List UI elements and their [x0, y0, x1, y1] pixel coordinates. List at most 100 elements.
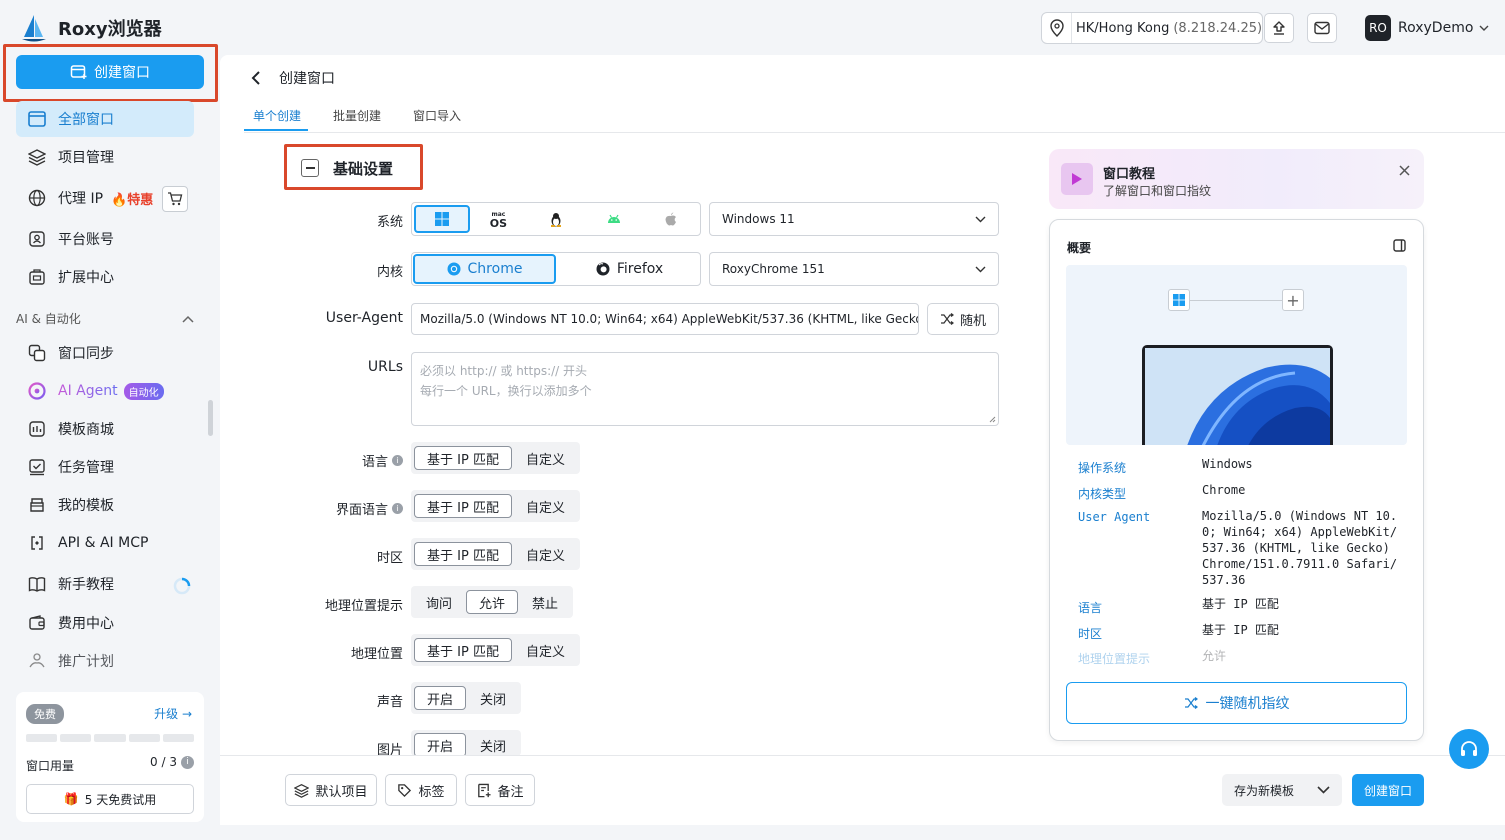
- tag-button[interactable]: 标签: [385, 774, 457, 806]
- timezone-option-custom[interactable]: 自定义: [514, 542, 577, 566]
- geo-prompt-option-allow[interactable]: 允许: [466, 590, 519, 614]
- system-option-windows[interactable]: [414, 205, 470, 233]
- sidebar-item-projects[interactable]: 项目管理: [16, 139, 194, 175]
- upload-icon: [1273, 21, 1285, 35]
- account-icon: [29, 231, 45, 247]
- tab-single-create[interactable]: 单个创建: [253, 107, 301, 124]
- tutorial-title: 窗口教程: [1103, 167, 1156, 182]
- messages-button[interactable]: [1307, 13, 1337, 43]
- geo-prompt-option-ask[interactable]: 询问: [414, 590, 464, 614]
- tab-batch-create[interactable]: 批量创建: [333, 107, 381, 124]
- cart-button[interactable]: [162, 186, 188, 212]
- usage-bar-segment: [162, 734, 195, 742]
- tab-window-import[interactable]: 窗口导入: [413, 107, 461, 124]
- shuffle-icon: [940, 313, 954, 325]
- section-ai-automation[interactable]: AI & 自动化: [16, 310, 194, 327]
- timezone-option-ip[interactable]: 基于 IP 匹配: [414, 542, 512, 566]
- mail-icon: [1314, 21, 1330, 35]
- language-option-custom[interactable]: 自定义: [514, 446, 577, 470]
- trial-label: 5 天免费试用: [84, 792, 157, 807]
- sidebar-item-label: 代理 IP: [58, 191, 104, 207]
- sidebar-item-window-sync[interactable]: 窗口同步: [16, 335, 194, 371]
- location-pin-icon: [1049, 19, 1064, 37]
- usage-bar-segment: [26, 734, 58, 742]
- info-icon[interactable]: i: [181, 755, 194, 769]
- support-button[interactable]: [1449, 729, 1489, 769]
- sidebar-item-task-management[interactable]: 任务管理: [16, 449, 194, 485]
- default-project-button[interactable]: 默认项目: [285, 774, 377, 806]
- sound-option-off[interactable]: 关闭: [468, 686, 518, 710]
- tutorial-banner[interactable]: 窗口教程 了解窗口和窗口指纹: [1049, 149, 1424, 209]
- urls-textarea[interactable]: 必须以 http:// 或 https:// 开头 每行一个 URL，换行以添加…: [411, 352, 999, 426]
- sidebar-item-label: 任务管理: [58, 460, 114, 476]
- usage-bar-segment: [94, 734, 126, 742]
- sidebar-item-my-templates[interactable]: 我的模板: [16, 487, 194, 523]
- sidebar-item-referral[interactable]: 推广计划: [16, 643, 194, 679]
- summary-card: 概要 + 操作系统 Windows 内核类型 Chrome User Agent…: [1049, 219, 1424, 741]
- location-pin-wrap: [1042, 13, 1072, 43]
- geo-option-custom[interactable]: 自定义: [514, 638, 577, 662]
- sound-segment: 开启 关闭: [411, 682, 522, 714]
- timezone-segment: 基于 IP 匹配 自定义: [411, 538, 580, 570]
- footer-bar: 默认项目 标签 备注 存为新模板 创建窗口: [220, 755, 1505, 825]
- preview-area: +: [1066, 265, 1407, 445]
- window-icon: [28, 111, 46, 127]
- system-option-android[interactable]: [585, 205, 643, 233]
- system-option-macos[interactable]: mac OS: [470, 205, 528, 233]
- create-window-submit-button[interactable]: 创建窗口: [1352, 774, 1424, 806]
- language-label: 语言 i: [280, 451, 403, 470]
- fire-icon: 🔥: [111, 192, 128, 208]
- close-icon[interactable]: [1399, 165, 1410, 176]
- sidebar-item-extensions[interactable]: 扩展中心: [16, 259, 194, 295]
- image-option-on[interactable]: 开启: [414, 733, 467, 757]
- system-option-linux[interactable]: [527, 205, 585, 233]
- panel-toggle-icon[interactable]: [1393, 239, 1406, 252]
- headset-icon: [1461, 741, 1477, 756]
- laptop-illustration: [1142, 345, 1333, 445]
- kernel-option-chrome[interactable]: Chrome: [413, 254, 556, 284]
- summary-value: 允许: [1202, 649, 1227, 663]
- sidebar: Roxy浏览器 创建窗口 全部窗口 项目管理 代理 IP 🔥特惠 平台账号 扩展…: [0, 0, 220, 840]
- info-icon[interactable]: i: [392, 503, 403, 514]
- sidebar-scrollbar[interactable]: [208, 400, 213, 436]
- user-agent-input[interactable]: Mozilla/5.0 (Windows NT 10.0; Win64; x64…: [411, 303, 919, 335]
- sidebar-item-all-windows[interactable]: 全部窗口: [16, 101, 194, 137]
- back-arrow-icon[interactable]: [250, 70, 262, 86]
- sidebar-item-billing[interactable]: 费用中心: [16, 605, 194, 641]
- usage-bar-segment: [60, 734, 92, 742]
- sidebar-item-label: 扩展中心: [58, 270, 114, 286]
- ua-value: Mozilla/5.0 (Windows NT 10.0; Win64; x64…: [420, 312, 919, 326]
- info-icon[interactable]: i: [392, 455, 403, 466]
- sidebar-item-platform-accounts[interactable]: 平台账号: [16, 221, 194, 257]
- proxy-location-chip[interactable]: HK/Hong Kong (8.218.24.25): [1041, 12, 1264, 44]
- sound-option-on[interactable]: 开启: [414, 686, 467, 710]
- kernel-version-select[interactable]: RoxyChrome 151: [709, 252, 999, 286]
- upload-button[interactable]: [1264, 13, 1294, 43]
- save-template-button[interactable]: 存为新模板: [1222, 774, 1342, 806]
- usage-label: 窗口用量: [26, 759, 75, 773]
- free-trial-button[interactable]: 🎁 5 天免费试用: [26, 784, 194, 814]
- ui-language-option-custom[interactable]: 自定义: [514, 494, 577, 518]
- ui-language-option-ip[interactable]: 基于 IP 匹配: [414, 494, 512, 518]
- upgrade-link[interactable]: 升级 →: [154, 705, 192, 722]
- resize-handle-icon[interactable]: [989, 416, 996, 423]
- preview-add-node[interactable]: +: [1282, 289, 1304, 311]
- sidebar-item-template-store[interactable]: 模板商城: [16, 411, 194, 447]
- image-option-off[interactable]: 关闭: [468, 733, 518, 757]
- system-option-ios[interactable]: [642, 205, 700, 233]
- geo-prompt-option-deny[interactable]: 禁止: [520, 590, 570, 614]
- sidebar-item-api-mcp[interactable]: API & AI MCP: [16, 525, 194, 561]
- system-version-select[interactable]: Windows 11: [709, 202, 999, 236]
- sync-windows-icon: [28, 344, 46, 362]
- random-ua-button[interactable]: 随机: [927, 303, 999, 335]
- sidebar-item-tutorial[interactable]: 新手教程: [16, 566, 194, 602]
- sidebar-item-ai-agent[interactable]: AI Agent 自动化: [16, 373, 194, 409]
- kernel-option-firefox[interactable]: Firefox: [558, 254, 701, 284]
- random-label: 随机: [959, 313, 986, 329]
- user-menu[interactable]: RO RoxyDemo: [1365, 14, 1489, 42]
- geo-option-ip[interactable]: 基于 IP 匹配: [414, 638, 512, 662]
- api-icon: [31, 536, 43, 550]
- language-option-ip[interactable]: 基于 IP 匹配: [414, 446, 512, 470]
- note-button[interactable]: 备注: [465, 774, 535, 806]
- random-fingerprint-button[interactable]: 一键随机指纹: [1066, 682, 1407, 724]
